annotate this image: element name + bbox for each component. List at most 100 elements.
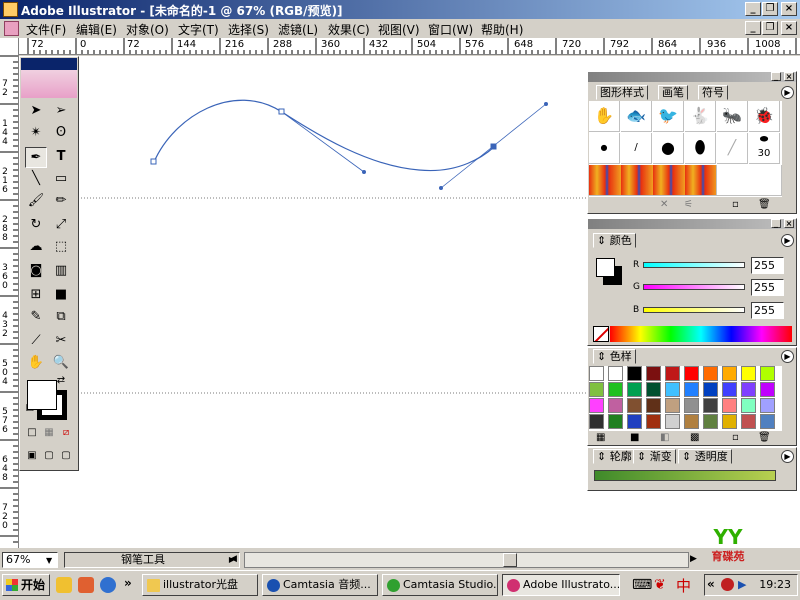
brush-oval-icon[interactable]: ⬮ bbox=[685, 133, 716, 164]
menu-help[interactable]: 帮助(H) bbox=[481, 21, 523, 38]
color-swatch[interactable] bbox=[627, 382, 642, 397]
color-swatch[interactable] bbox=[703, 366, 718, 381]
eyedropper-tool-icon[interactable]: ✎ bbox=[25, 307, 47, 328]
line-tool-icon[interactable]: ╲ bbox=[25, 169, 47, 190]
brush-pattern-red[interactable] bbox=[589, 165, 717, 196]
color-swatch[interactable] bbox=[703, 398, 718, 413]
tab-color[interactable]: ⇕ 颜色 bbox=[593, 233, 636, 248]
pen-tool-icon[interactable]: ✒ bbox=[25, 147, 47, 168]
gradient-preview-bar[interactable] bbox=[594, 470, 776, 481]
delete-brush-icon[interactable]: 🗑 bbox=[758, 199, 771, 210]
color-swatch[interactable] bbox=[608, 414, 623, 429]
hand-tool-icon[interactable]: ✋ bbox=[25, 353, 47, 374]
color-swatch[interactable] bbox=[741, 382, 756, 397]
color-swatch[interactable] bbox=[608, 398, 623, 413]
direction-handle[interactable] bbox=[439, 186, 443, 190]
blend-tool-icon[interactable]: ⧉ bbox=[50, 307, 72, 328]
color-swatch[interactable] bbox=[684, 366, 699, 381]
menu-filter[interactable]: 滤镜(L) bbox=[278, 21, 318, 38]
graph-tool-icon[interactable]: ▥ bbox=[50, 261, 72, 282]
color-swatch[interactable] bbox=[627, 366, 642, 381]
anchor-point[interactable] bbox=[278, 108, 285, 115]
restore-button[interactable]: ❐ bbox=[762, 2, 778, 16]
palette-menu-arrow-icon[interactable]: ▶ bbox=[781, 234, 794, 247]
brush-rabbit-icon[interactable]: 🐇 bbox=[685, 101, 716, 132]
none-color-swatch[interactable] bbox=[593, 326, 609, 342]
tab-brushes[interactable]: 画笔 bbox=[658, 85, 688, 100]
scroll-thumb[interactable] bbox=[503, 553, 517, 567]
brush-bird-icon[interactable]: 🐦 bbox=[653, 101, 684, 132]
quicklaunch-media-icon[interactable] bbox=[78, 577, 94, 593]
show-gradient-swatches-icon[interactable]: ◧ bbox=[660, 432, 669, 443]
palette-menu-arrow-icon[interactable]: ▶ bbox=[781, 86, 794, 99]
color-swatch[interactable] bbox=[760, 382, 775, 397]
remove-brush-stroke-icon[interactable]: ✕ bbox=[660, 199, 668, 210]
palette-minimize-button[interactable]: _ bbox=[771, 72, 781, 81]
menu-effect[interactable]: 效果(C) bbox=[328, 21, 370, 38]
palette-caption[interactable] bbox=[588, 72, 796, 82]
ime-keyboard-icon[interactable]: ⌨ bbox=[632, 577, 652, 593]
palette-close-button[interactable]: × bbox=[784, 219, 794, 228]
zoom-tool-icon[interactable]: 🔍 bbox=[50, 353, 72, 374]
direction-handle[interactable] bbox=[544, 102, 548, 106]
tab-stroke[interactable]: ⇕ 轮廓 bbox=[593, 449, 636, 464]
anchor-point[interactable] bbox=[150, 158, 157, 165]
taskbar-item-camtasia-audio[interactable]: Camtasia 音频... bbox=[262, 574, 378, 596]
color-swatch[interactable] bbox=[703, 414, 718, 429]
channel-r-input[interactable]: 255 bbox=[751, 257, 784, 274]
ime-status-icon[interactable]: ❦ bbox=[654, 577, 666, 593]
brush-ant-icon[interactable]: 🐜 bbox=[717, 101, 748, 132]
color-swatch[interactable] bbox=[741, 414, 756, 429]
menu-select[interactable]: 选择(S) bbox=[228, 21, 269, 38]
color-swatch[interactable] bbox=[760, 414, 775, 429]
minimize-button[interactable]: _ bbox=[745, 2, 761, 16]
tab-transparency[interactable]: ⇕ 透明度 bbox=[678, 449, 732, 464]
channel-r-slider[interactable] bbox=[643, 262, 745, 268]
brush-dot-large-icon[interactable]: ● bbox=[653, 133, 684, 164]
color-swatch[interactable] bbox=[665, 382, 680, 397]
doc-minimize-button[interactable]: _ bbox=[745, 21, 761, 35]
new-brush-icon[interactable]: ▫ bbox=[732, 199, 739, 210]
toolbox-banner[interactable] bbox=[21, 58, 77, 98]
menu-view[interactable]: 视图(V) bbox=[378, 21, 420, 38]
color-swatch[interactable] bbox=[589, 398, 604, 413]
magic-wand-tool-icon[interactable]: ✴ bbox=[25, 123, 47, 144]
palette-caption[interactable] bbox=[588, 219, 796, 229]
quicklaunch-messenger-icon[interactable] bbox=[56, 577, 72, 593]
show-pattern-swatches-icon[interactable]: ▩ bbox=[690, 432, 699, 443]
standard-screen-mode-icon[interactable]: ▣ bbox=[24, 449, 40, 465]
taskbar-item-camtasia-studio[interactable]: Camtasia Studio... bbox=[382, 574, 498, 596]
color-swatch[interactable] bbox=[760, 398, 775, 413]
color-swatch[interactable] bbox=[741, 398, 756, 413]
color-swatch[interactable] bbox=[646, 414, 661, 429]
menu-object[interactable]: 对象(O) bbox=[126, 21, 169, 38]
brush-dot-small-icon[interactable]: ● bbox=[589, 133, 620, 164]
type-tool-icon[interactable]: T bbox=[50, 147, 72, 168]
color-swatch[interactable] bbox=[722, 382, 737, 397]
palette-close-button[interactable]: × bbox=[784, 72, 794, 81]
document-icon[interactable] bbox=[4, 21, 19, 36]
delete-swatch-icon[interactable]: 🗑 bbox=[758, 432, 771, 443]
bezier-path[interactable] bbox=[153, 99, 495, 172]
color-swatch[interactable] bbox=[665, 414, 680, 429]
channel-g-input[interactable]: 255 bbox=[751, 279, 784, 296]
show-color-swatches-icon[interactable]: ■ bbox=[630, 432, 639, 443]
gradient-tool-icon[interactable]: ■ bbox=[50, 285, 72, 306]
anchor-point-selected[interactable] bbox=[490, 143, 497, 150]
color-swatch[interactable] bbox=[722, 398, 737, 413]
menu-file[interactable]: 文件(F) bbox=[26, 21, 66, 38]
brush-options-icon[interactable]: ⚟ bbox=[684, 199, 693, 210]
selection-tool-icon[interactable]: ➤ bbox=[25, 101, 47, 122]
menu-type[interactable]: 文字(T) bbox=[178, 21, 219, 38]
palette-menu-arrow-icon[interactable]: ▶ bbox=[781, 450, 794, 463]
color-swatch[interactable] bbox=[608, 366, 623, 381]
color-swatch[interactable] bbox=[665, 366, 680, 381]
quicklaunch-more-icon[interactable]: » bbox=[124, 576, 132, 590]
warp-tool-icon[interactable]: ☁ bbox=[25, 237, 47, 258]
scroll-left-icon[interactable]: ◀ bbox=[230, 554, 237, 564]
taskbar-item-folder[interactable]: illustrator光盘 bbox=[142, 574, 258, 596]
color-swatch[interactable] bbox=[741, 366, 756, 381]
ime-language-indicator[interactable]: 中 bbox=[676, 575, 691, 596]
doc-close-button[interactable]: × bbox=[781, 21, 797, 35]
fill-color-box[interactable] bbox=[27, 380, 57, 410]
